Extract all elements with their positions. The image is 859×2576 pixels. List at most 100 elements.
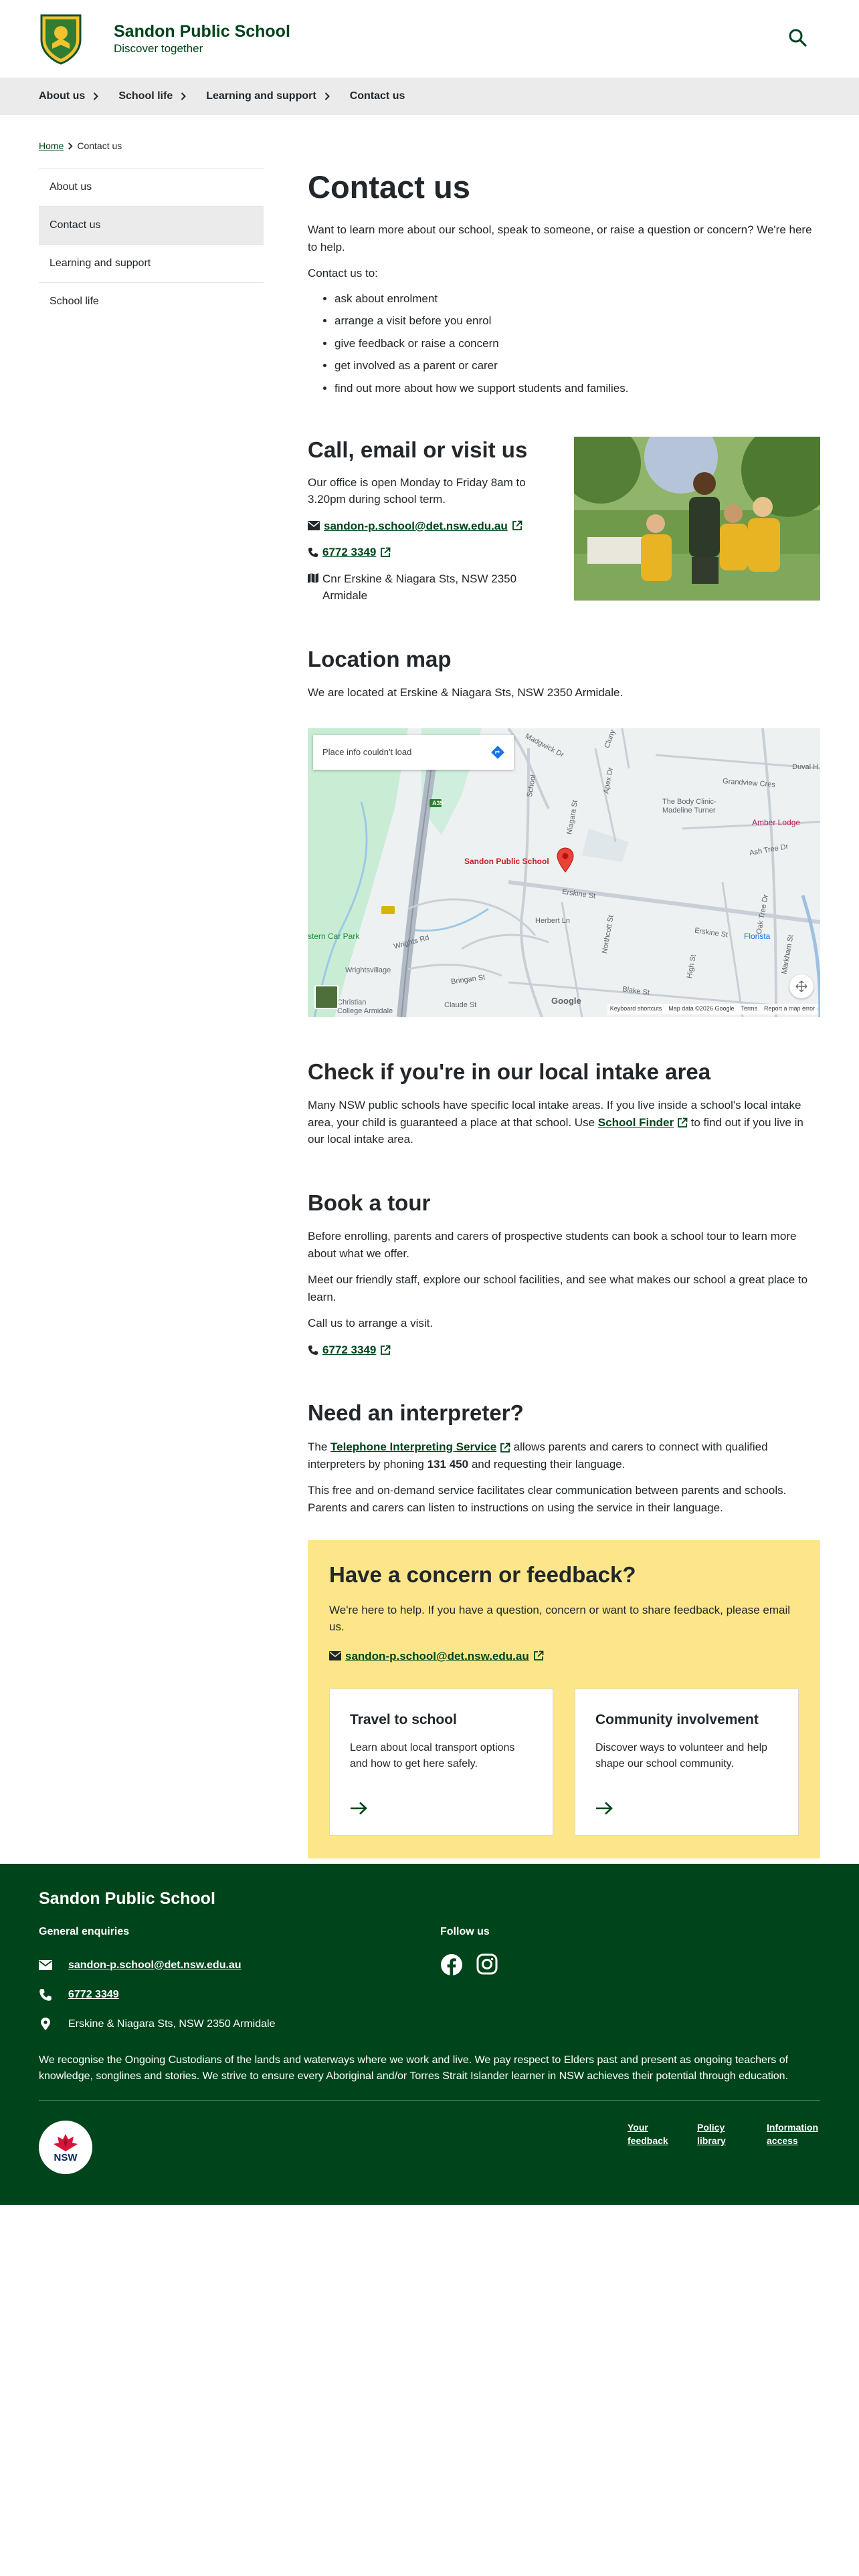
breadcrumb-current: Contact us [77, 140, 122, 151]
nsw-government-logo[interactable]: NSW [39, 2121, 92, 2175]
breadcrumb-home-link[interactable]: Home [39, 139, 64, 153]
tour-paragraph: Before enrolling, parents and carers of … [308, 1230, 797, 1260]
map-label-school: Sandon Public School [464, 856, 549, 866]
external-link-icon [512, 520, 522, 531]
students-photo [574, 437, 820, 601]
search-icon [789, 29, 807, 47]
map-icon [308, 572, 318, 583]
map-terms-link[interactable]: Terms [741, 1004, 757, 1014]
address-contact: Cnr Erskine & Niagara Sts, NSW 2350 Armi… [308, 570, 541, 605]
nav-item-about-us[interactable]: About us [39, 88, 99, 104]
fullscreen-button[interactable] [789, 974, 814, 998]
section-heading: Location map [308, 646, 452, 671]
site-title[interactable]: Sandon Public School [114, 21, 290, 41]
map-report-error-link[interactable]: Report a map error [764, 1004, 815, 1014]
footer-phone-link[interactable]: 6772 3349 [68, 1987, 119, 2003]
map-label: Claude St [444, 1000, 477, 1009]
facebook-icon[interactable] [440, 1953, 463, 1976]
footer-links: Your feedback Policy library Information… [628, 2121, 820, 2148]
nav-item-label: Contact us [349, 90, 405, 102]
main-nav: About us School life Learning and suppor… [0, 78, 859, 115]
card-title: Travel to school [350, 1712, 457, 1728]
nav-item-label: About us [39, 90, 86, 102]
card-travel-to-school[interactable]: Travel to school Learn about local trans… [329, 1689, 553, 1836]
card-community-involvement[interactable]: Community involvement Discover ways to v… [575, 1689, 799, 1836]
interpreter-number: 131 450 [427, 1457, 469, 1471]
directions-icon[interactable] [491, 745, 504, 759]
call-email-visit-section: Call, email or visit us Our office is op… [308, 437, 820, 605]
card-text: Learn about local transport options and … [350, 1741, 515, 1769]
footer-email-link[interactable]: sandon-p.school@det.nsw.edu.au [68, 1957, 242, 1973]
school-crest-logo[interactable] [39, 13, 83, 65]
intro-list-heading: Contact us to: [308, 267, 378, 280]
arrow-right-icon [596, 1802, 613, 1815]
sidebar-item-contact-us[interactable]: Contact us [39, 206, 264, 244]
email-link[interactable]: sandon-p.school@det.nsw.edu.au [345, 1648, 529, 1665]
interpreter-text-before: The [308, 1440, 328, 1454]
waratah-icon [54, 2133, 78, 2151]
external-link-icon [533, 1650, 544, 1661]
concern-feedback-panel: Have a concern or feedback? We're here t… [308, 1540, 820, 1859]
nav-item-label: Learning and support [206, 90, 316, 102]
footer-link-your-feedback[interactable]: Your feedback [628, 2121, 672, 2148]
section-heading: Book a tour [308, 1190, 431, 1215]
section-heading: Need an interpreter? [308, 1400, 524, 1426]
fullscreen-icon [795, 980, 807, 992]
map-layer-thumbnail[interactable] [314, 984, 339, 1009]
card-title: Community involvement [595, 1712, 759, 1728]
search-button[interactable] [783, 23, 812, 52]
map-data-credit: Map data ©2026 Google [668, 1005, 735, 1012]
external-link-icon [381, 1345, 391, 1355]
interpreting-service-link[interactable]: Telephone Interpreting Service [330, 1440, 496, 1453]
footer-link-policy-library[interactable]: Policy library [697, 2121, 741, 2148]
sidebar-item-school-life[interactable]: School life [39, 282, 264, 320]
intake-text: Many NSW public schools have specific lo… [308, 1097, 820, 1148]
map-keyboard-shortcuts[interactable]: Keyboard shortcuts [610, 1004, 662, 1014]
breadcrumb: Home Contact us [39, 115, 820, 153]
footer-phone: 6772 3349 [39, 1987, 440, 2003]
map-label: Herbert Ln [535, 916, 570, 925]
card-text: Discover ways to volunteer and help shap… [595, 1741, 768, 1769]
list-item: ask about enrolment [335, 290, 820, 308]
map-label: A39 [432, 799, 444, 807]
list-item: arrange a visit before you enrol [335, 312, 820, 330]
acknowledgement-of-country: We recognise the Ongoing Custodians of t… [39, 2054, 789, 2082]
footer-school-name: Sandon Public School [39, 1889, 215, 1908]
nav-item-contact-us[interactable]: Contact us [350, 88, 405, 104]
list-item: get involved as a parent or carer [335, 357, 820, 374]
map-label: Google [551, 995, 581, 1006]
nsw-logo-text: NSW [54, 2151, 78, 2163]
map-label: The Body Clinic- Madeline Turner [662, 797, 717, 815]
phone-contact: 6772 3349 [308, 544, 541, 561]
phone-link[interactable]: 6772 3349 [322, 1341, 376, 1359]
link-cards: Travel to school Learn about local trans… [329, 1689, 799, 1836]
phone-icon [308, 547, 318, 557]
footer-divider [39, 2100, 820, 2101]
external-link-icon [500, 1442, 510, 1453]
map-label: Florista [744, 931, 771, 941]
sidebar-item-about-us[interactable]: About us [39, 168, 264, 206]
nav-item-school-life[interactable]: School life [118, 88, 187, 104]
tour-paragraph: Call us to arrange a visit. [308, 1317, 434, 1330]
intro-lead: Want to learn more about our school, spe… [308, 223, 812, 253]
interpreter-text-after: and requesting their language. [471, 1457, 626, 1471]
interpreter-paragraph: This free and on-demand service facilita… [308, 1484, 787, 1514]
section-heading: Call, email or visit us [308, 437, 528, 463]
school-finder-link[interactable]: School Finder [598, 1116, 674, 1129]
concern-text: We're here to help. If you have a questi… [329, 1603, 791, 1634]
instagram-icon[interactable] [476, 1953, 498, 1975]
arrow-right-icon [351, 1802, 367, 1815]
nav-item-learning-and-support[interactable]: Learning and support [206, 88, 330, 104]
footer-link-information-access[interactable]: Information access [767, 2121, 820, 2148]
chevron-right-icon [68, 142, 73, 150]
office-hours: Our office is open Monday to Friday 8am … [308, 475, 526, 506]
footer-address: Erskine & Niagara Sts, NSW 2350 Armidale [39, 2016, 440, 2032]
external-link-icon [381, 547, 391, 557]
map-pin[interactable] [557, 847, 574, 878]
email-link[interactable]: sandon-p.school@det.nsw.edu.au [324, 518, 508, 535]
phone-link[interactable]: 6772 3349 [322, 544, 376, 561]
site-header: Sandon Public School Discover together [0, 0, 859, 78]
sidebar-item-learning-and-support[interactable]: Learning and support [39, 244, 264, 282]
location-map[interactable]: Place info couldn't load Sandon Public S… [308, 728, 820, 1017]
map-label: Christian College Armidale [337, 998, 393, 1015]
